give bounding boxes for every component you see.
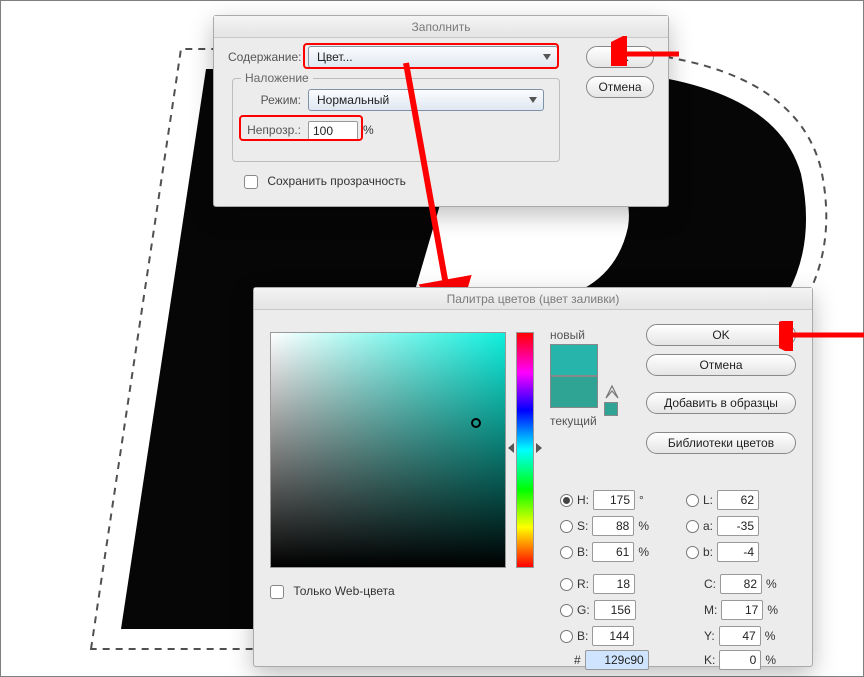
g-input[interactable]: 156	[594, 600, 636, 620]
web-only-label: Только Web-цвета	[293, 584, 394, 598]
mode-label: Режим:	[243, 93, 301, 107]
s-input[interactable]: 88	[592, 516, 634, 536]
h-input[interactable]: 175	[593, 490, 635, 510]
l-row: L: 62	[686, 490, 759, 510]
preserve-label: Сохранить прозрачность	[267, 174, 406, 188]
contents-label: Содержание:	[228, 50, 300, 64]
m-input[interactable]: 17	[721, 600, 763, 620]
opacity-unit: %	[363, 123, 374, 137]
k-input[interactable]: 0	[719, 650, 761, 670]
color-libraries-button[interactable]: Библиотеки цветов	[646, 432, 796, 454]
preserve-transparency[interactable]: Сохранить прозрачность	[244, 174, 406, 189]
s-row: S: 88 %	[560, 516, 649, 536]
current-label: текущий	[550, 414, 597, 428]
hex-input[interactable]: 129c90	[585, 650, 649, 670]
checkbox-icon	[244, 175, 258, 189]
new-label: новый	[550, 328, 585, 342]
r-input[interactable]: 18	[593, 574, 635, 594]
websafe-swatch-icon[interactable]	[604, 402, 618, 416]
a-input[interactable]: -35	[717, 516, 759, 536]
color-picker-dialog: Палитра цветов (цвет заливки) новый теку…	[253, 287, 813, 667]
hue-cursor-left-icon	[508, 443, 514, 453]
r-radio[interactable]	[560, 578, 573, 591]
l-radio[interactable]	[686, 494, 699, 507]
a-row: a: -35	[686, 516, 759, 536]
mode-value: Нормальный	[317, 93, 389, 107]
main-frame: Заполнить Содержание: Цвет... Наложение …	[0, 0, 864, 677]
hue-slider[interactable]	[516, 332, 534, 568]
chevron-down-icon	[529, 97, 537, 103]
web-only-option[interactable]: Только Web-цвета	[270, 584, 395, 599]
b2-input[interactable]: -4	[717, 542, 759, 562]
y-input[interactable]: 47	[719, 626, 761, 646]
g-row: G: 156	[560, 600, 636, 620]
l-input[interactable]: 62	[717, 490, 759, 510]
c-input[interactable]: 82	[720, 574, 762, 594]
s-radio[interactable]	[560, 520, 573, 533]
add-to-swatches-button[interactable]: Добавить в образцы	[646, 392, 796, 414]
current-color-swatch	[550, 376, 598, 408]
b2-radio[interactable]	[686, 546, 699, 559]
b2-row: b: -4	[686, 542, 759, 562]
b-input[interactable]: 61	[592, 542, 634, 562]
b-row: B: 61 %	[560, 542, 649, 562]
g-radio[interactable]	[560, 604, 573, 617]
hue-cursor-right-icon	[536, 443, 542, 453]
y-row: Y: 47 %	[704, 626, 775, 646]
bc-row: B: 144	[560, 626, 634, 646]
saturation-brightness-area[interactable]	[270, 332, 506, 568]
mode-select[interactable]: Нормальный	[308, 89, 544, 111]
b-radio[interactable]	[560, 546, 573, 559]
k-row: K: 0 %	[704, 650, 776, 670]
gamut-warning-icon[interactable]	[604, 384, 620, 400]
picker-ok-button[interactable]: OK	[646, 324, 796, 346]
a-radio[interactable]	[686, 520, 699, 533]
r-row: R: 18	[560, 574, 635, 594]
bc-radio[interactable]	[560, 630, 573, 643]
picker-cancel-button[interactable]: Отмена	[646, 354, 796, 376]
m-row: M: 17 %	[704, 600, 778, 620]
new-color-swatch	[550, 344, 598, 376]
fill-dialog-title: Заполнить	[214, 16, 668, 38]
h-radio[interactable]	[560, 494, 573, 507]
bc-input[interactable]: 144	[592, 626, 634, 646]
ok-button[interactable]: OK	[586, 46, 654, 68]
blending-legend: Наложение	[241, 71, 313, 85]
highlight-contents	[303, 43, 559, 69]
h-row: H: 175 °	[560, 490, 644, 510]
sb-cursor-icon	[471, 418, 481, 428]
picker-title: Палитра цветов (цвет заливки)	[254, 288, 812, 310]
cancel-button[interactable]: Отмена	[586, 76, 654, 98]
highlight-opacity	[239, 115, 363, 141]
hex-row: # 129c90	[574, 650, 649, 670]
checkbox-icon	[270, 585, 284, 599]
c-row: C: 82 %	[704, 574, 777, 594]
